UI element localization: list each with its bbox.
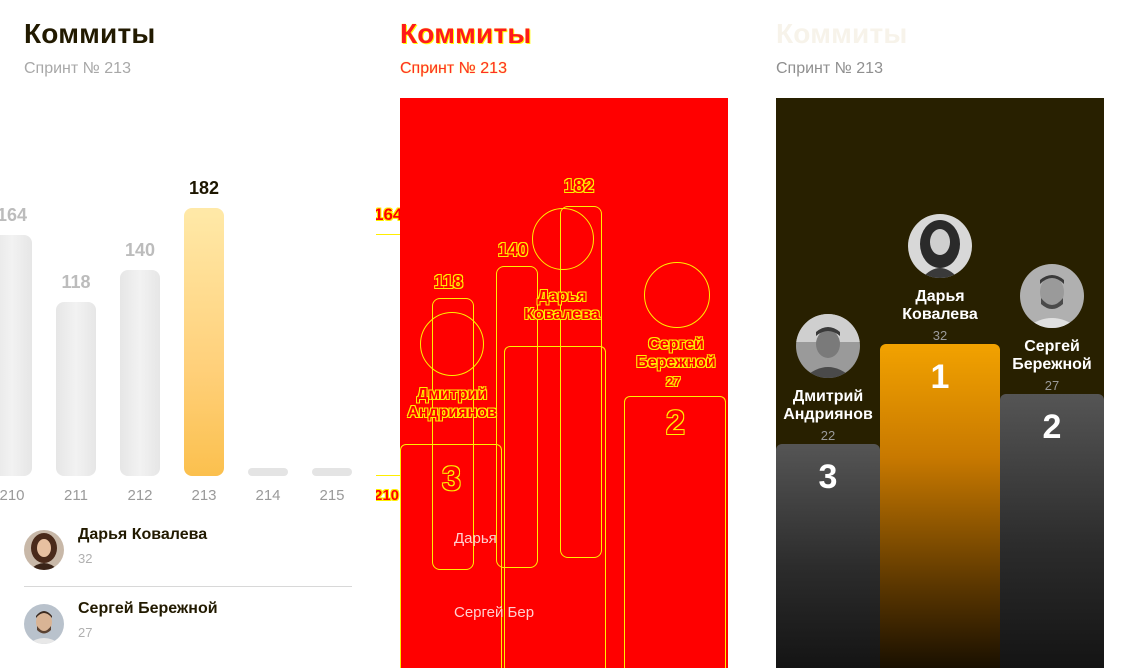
x-tick-label: 214 bbox=[255, 487, 281, 504]
leaderboard-item[interactable]: Сергей Бережной 27 bbox=[24, 592, 352, 656]
chart-bar-empty[interactable] bbox=[248, 468, 288, 476]
commits-chart-card: Коммиты Спринт № 213 164 210 118 211 140 212 1… bbox=[0, 0, 352, 668]
podium-name: Сергей Бережной bbox=[1012, 338, 1092, 373]
avatar-outline bbox=[644, 262, 710, 328]
avatar-outline bbox=[420, 312, 484, 376]
chart-bar-empty[interactable] bbox=[312, 468, 352, 476]
page-title: Коммиты bbox=[776, 18, 908, 49]
bar-value-label: 164 bbox=[0, 205, 28, 225]
bar-value-label: 118 bbox=[61, 272, 91, 292]
chart-bar[interactable] bbox=[120, 270, 160, 476]
glitch-bar-label: 140 bbox=[498, 240, 529, 260]
x-tick-label: 215 bbox=[319, 487, 345, 504]
podium-outline bbox=[624, 396, 726, 668]
avatar[interactable] bbox=[1020, 264, 1084, 328]
podium-name: Дарья Ковалева bbox=[902, 288, 978, 323]
avatar[interactable] bbox=[908, 214, 972, 278]
rank-number: 3 bbox=[818, 458, 838, 496]
podium-card: Коммиты Спринт № 213 Дмитрий Андриянов 2… bbox=[752, 0, 1104, 668]
sprint-subtitle: Спринт № 213 bbox=[24, 60, 131, 77]
leaderboard-score: 32 bbox=[78, 551, 93, 566]
glitch-list-item: Сергей Бер bbox=[454, 604, 535, 621]
glitch-bar-label: 182 bbox=[564, 176, 595, 196]
bar-value-label: 182 bbox=[188, 178, 220, 198]
x-tick-label: 210 bbox=[0, 487, 25, 504]
leaderboard-name: Сергей Бережной bbox=[78, 600, 218, 617]
x-tick-label: 212 bbox=[127, 487, 153, 504]
glitch-person-name: Дарья Ковалева bbox=[524, 288, 600, 323]
leaderboard-score: 27 bbox=[78, 625, 93, 640]
leaderboard-name: Дарья Ковалева bbox=[78, 526, 208, 543]
podium-score: 27 bbox=[1044, 378, 1060, 393]
glitch-person-name: Сергей Бережной bbox=[636, 336, 716, 371]
x-tick-label: 213 bbox=[191, 487, 217, 504]
glitch-score: 27 bbox=[666, 374, 681, 389]
podium-area: Дмитрий Андриянов 22 3 Дарья Ковалева 32… bbox=[776, 98, 1104, 668]
page-title: Коммиты bbox=[24, 18, 156, 49]
x-tick-label: 211 bbox=[64, 487, 88, 504]
podium-pillar-third: 3 bbox=[776, 444, 880, 668]
leaderboard-item[interactable]: Дарья Ковалева 32 bbox=[24, 518, 352, 582]
avatar bbox=[24, 530, 64, 570]
chart-bar[interactable] bbox=[56, 302, 96, 476]
rank-number: 2 bbox=[1042, 408, 1062, 446]
chart-bar[interactable] bbox=[184, 208, 224, 476]
glitch-bar-label: 118 bbox=[434, 272, 464, 292]
page-title: Коммиты bbox=[400, 18, 532, 49]
glitch-transition-card: Коммиты Спринт № 213 164 210 118 140 182… bbox=[376, 0, 728, 668]
glitch-list-item: Дарья bbox=[454, 530, 497, 547]
bar-value-label: 140 bbox=[124, 240, 156, 260]
chart-bar[interactable] bbox=[0, 235, 32, 476]
glitch-person-name: Дмитрий Андриянов bbox=[407, 386, 497, 421]
sprint-subtitle: Спринт № 213 bbox=[400, 60, 507, 77]
sprint-subtitle: Спринт № 213 bbox=[776, 60, 883, 77]
glitch-x-label: 210 bbox=[376, 487, 400, 504]
glitch-area: 118 140 182 Дмитрий Андриянов 3 Дарья Ко… bbox=[400, 98, 728, 668]
podium-pillar-second: 2 bbox=[1000, 394, 1104, 668]
avatar-outline bbox=[532, 208, 594, 270]
podium-outline bbox=[400, 444, 502, 668]
avatar[interactable] bbox=[796, 314, 860, 378]
glitch-bar-label: 164 bbox=[376, 205, 403, 224]
divider bbox=[24, 586, 352, 587]
avatar bbox=[24, 604, 64, 644]
